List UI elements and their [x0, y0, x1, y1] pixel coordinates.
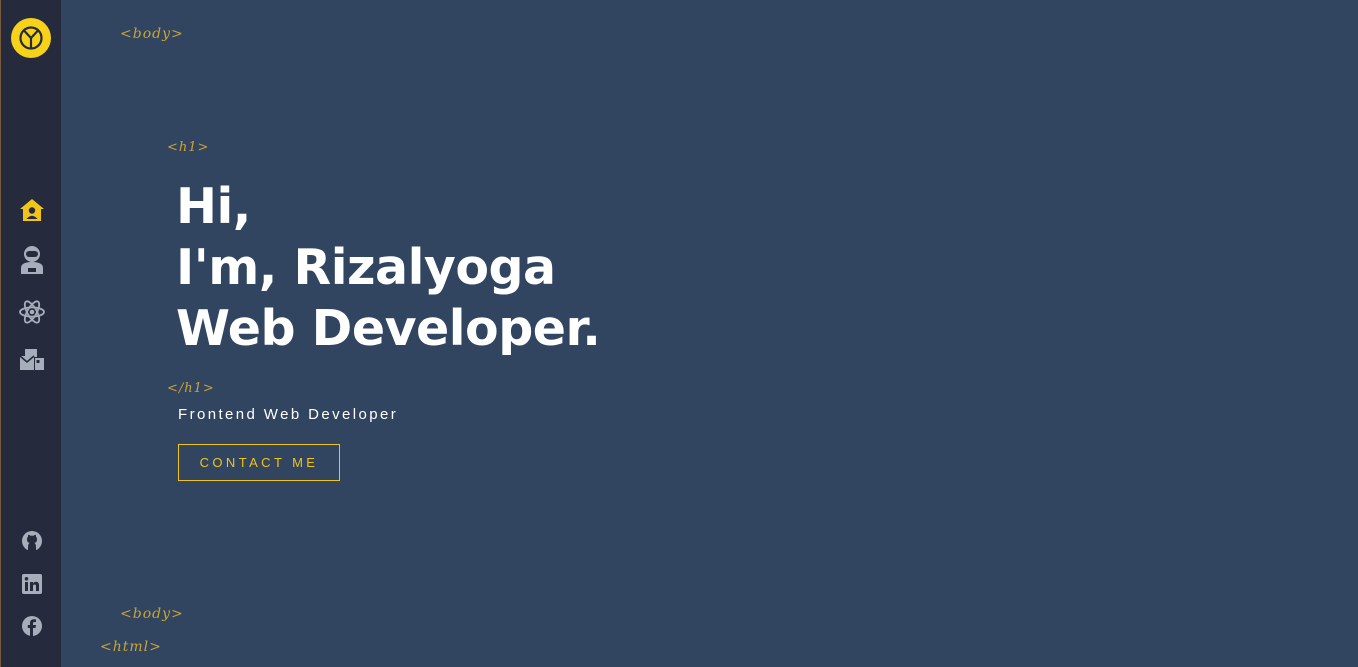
astronaut-icon: [21, 246, 43, 274]
hero-line-name: I'm, Rizalyoga: [176, 239, 556, 296]
main-content: <body> <h1> Hi, I'm, Rizalyoga Web Devel…: [61, 0, 1358, 667]
body-close-tag: <body>: [120, 606, 184, 622]
peace-sign-logo-icon[interactable]: [11, 18, 51, 58]
h1-close-tag: </h1>: [167, 381, 215, 396]
nav-home-button[interactable]: [18, 196, 46, 224]
nav-skills-button[interactable]: [18, 298, 46, 326]
linkedin-icon: [22, 574, 42, 594]
github-icon: [22, 531, 42, 551]
body-open-tag: <body>: [120, 26, 184, 42]
react-atom-icon: [19, 300, 45, 324]
linkedin-link[interactable]: [18, 570, 46, 598]
facebook-link[interactable]: [18, 612, 46, 640]
nav-contact-button[interactable]: [18, 346, 46, 374]
nav-about-button[interactable]: [18, 246, 46, 274]
hero-heading: Hi, I'm, Rizalyoga Web Developer.: [176, 176, 601, 359]
html-close-tag: <html>: [100, 639, 162, 655]
home-user-icon: [20, 199, 44, 221]
contact-me-button[interactable]: CONTACT ME: [178, 444, 340, 481]
h1-open-tag: <h1>: [167, 140, 210, 155]
sidebar: [0, 0, 61, 667]
github-link[interactable]: [18, 527, 46, 555]
hero-line-role: Web Developer.: [176, 300, 601, 357]
peace-sign-icon: [19, 26, 43, 50]
mail-bulk-icon: [19, 349, 44, 370]
hero-subtitle: Frontend Web Developer: [178, 406, 399, 423]
hero-line-greeting: Hi,: [176, 178, 251, 235]
facebook-icon: [22, 616, 42, 636]
